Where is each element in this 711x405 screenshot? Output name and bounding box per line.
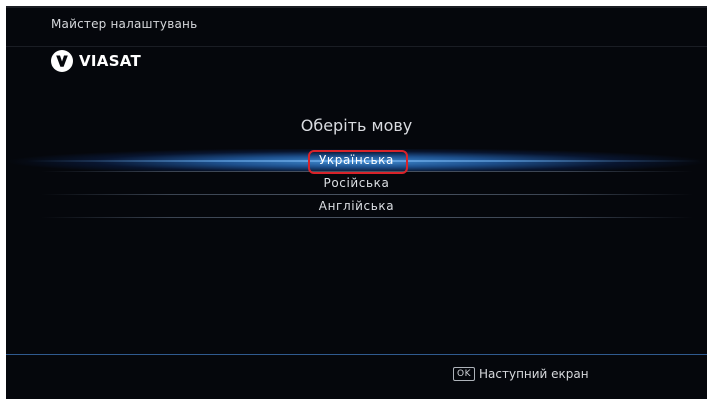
language-option-russian[interactable]: Російська [6, 172, 707, 195]
viasat-logo: VIASAT [51, 50, 141, 72]
header: Майстер налаштувань [6, 8, 707, 47]
next-screen-label: Наступний екран [479, 367, 589, 381]
language-list: Українська Російська Англійська [6, 149, 707, 218]
divider [41, 217, 693, 218]
language-option-english[interactable]: Англійська [6, 195, 707, 218]
language-option-label: Російська [323, 176, 390, 190]
wizard-title: Майстер налаштувань [51, 17, 198, 31]
tv-screen: Майстер налаштувань VIASAT Оберіть мову … [6, 6, 707, 399]
viasat-logo-icon [51, 50, 73, 72]
page-title: Оберіть мову [300, 116, 413, 135]
language-option-label: Англійська [318, 199, 395, 213]
footer: OK Наступний екран [6, 354, 707, 399]
ok-key-icon: OK [453, 367, 475, 381]
selection-outline [308, 150, 408, 174]
brand-name: VIASAT [79, 52, 142, 70]
next-screen-hint[interactable]: OK Наступний екран [453, 367, 589, 381]
